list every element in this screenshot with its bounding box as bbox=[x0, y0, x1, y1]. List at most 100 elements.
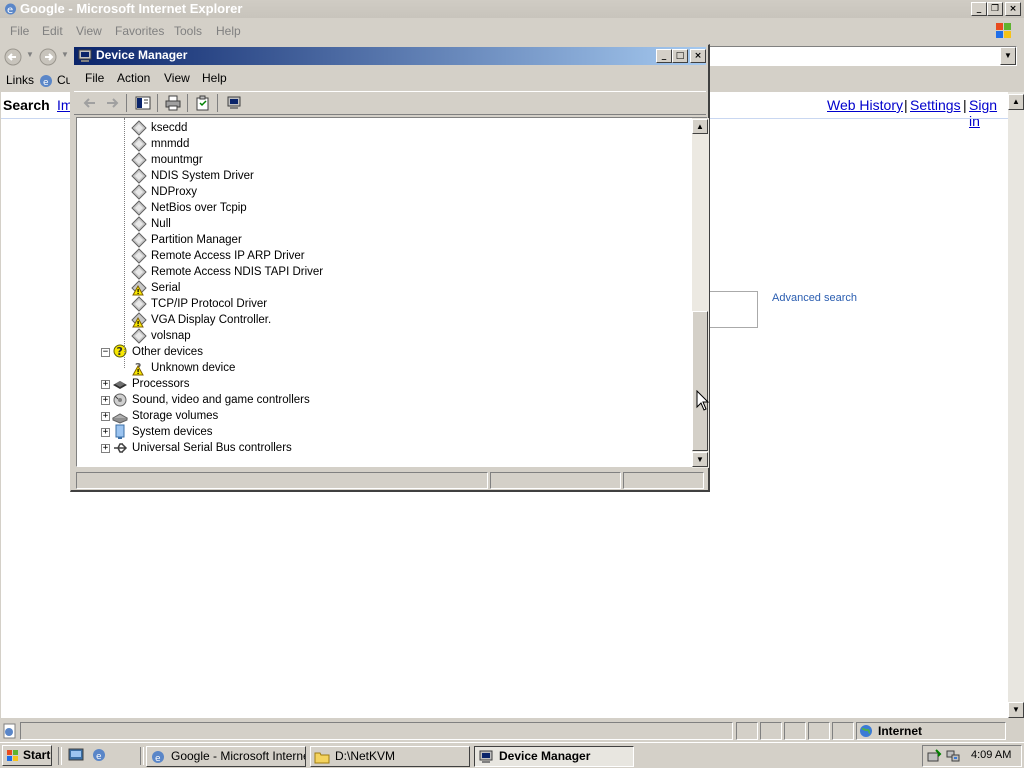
task-google-ie[interactable]: e Google - Microsoft Interne... bbox=[146, 746, 306, 767]
unknown-device-category-icon: ? bbox=[112, 344, 128, 360]
tree-item-label: Null bbox=[151, 218, 171, 230]
driver-icon bbox=[131, 120, 147, 136]
network-tray-icon[interactable] bbox=[945, 748, 961, 764]
tree-connector-line bbox=[124, 118, 125, 368]
dm-minimize-button[interactable]: _ bbox=[656, 49, 672, 63]
ie-scroll-up-button[interactable]: ▲ bbox=[1008, 94, 1024, 110]
driver-warning-icon bbox=[131, 312, 147, 328]
forward-dropdown-icon[interactable]: ▼ bbox=[61, 50, 69, 59]
ie-quicklaunch-icon[interactable]: e bbox=[91, 747, 107, 763]
links-label[interactable]: Links bbox=[6, 73, 34, 87]
dm-scroll-down-button[interactable]: ▼ bbox=[692, 452, 708, 467]
tree-item-label: Serial bbox=[151, 282, 181, 294]
dm-status-panel-3 bbox=[623, 472, 704, 489]
driver-icon bbox=[131, 168, 147, 184]
svg-text:e: e bbox=[43, 78, 49, 88]
ie-minimize-button[interactable]: _ bbox=[971, 2, 987, 16]
ie-menu-file[interactable]: File bbox=[10, 24, 29, 38]
dm-status-panel-1 bbox=[76, 472, 488, 489]
back-icon[interactable] bbox=[82, 95, 98, 111]
task-netkvm-folder[interactable]: D:\NetKVM bbox=[310, 746, 470, 767]
sound-icon bbox=[112, 392, 128, 408]
safely-remove-hardware-icon[interactable] bbox=[926, 748, 942, 764]
dm-vertical-scrollbar[interactable]: ▲ ▼ bbox=[692, 118, 709, 468]
properties-icon[interactable] bbox=[195, 95, 211, 111]
dm-menu-file[interactable]: File bbox=[85, 71, 104, 85]
dm-scroll-thumb[interactable] bbox=[692, 311, 708, 451]
status-panel-1 bbox=[736, 722, 758, 740]
ie-menu-favorites[interactable]: Favorites bbox=[115, 24, 164, 38]
forward-arrow-icon[interactable] bbox=[38, 47, 58, 67]
top-link-separator-2: | bbox=[963, 97, 967, 113]
dm-menu-help[interactable]: Help bbox=[202, 71, 227, 85]
show-hide-tree-icon[interactable] bbox=[135, 95, 151, 111]
driver-icon bbox=[131, 248, 147, 264]
ie-restore-button[interactable]: ❐ bbox=[987, 2, 1003, 16]
tree-item-label: Storage volumes bbox=[132, 410, 219, 422]
driver-icon bbox=[131, 264, 147, 280]
tree-item-label: Other devices bbox=[132, 346, 203, 358]
dm-menu-action[interactable]: Action bbox=[117, 71, 150, 85]
clock: 4:09 AM bbox=[971, 749, 1012, 761]
device-manager-window: Device Manager _ □ × File Action View He… bbox=[70, 44, 710, 492]
dm-close-button[interactable]: × bbox=[690, 49, 706, 63]
dm-menu-view[interactable]: View bbox=[164, 71, 190, 85]
tree-item-label: VGA Display Controller. bbox=[151, 314, 272, 326]
driver-icon bbox=[131, 184, 147, 200]
dm-status-bar bbox=[74, 470, 706, 490]
ie-menu-view[interactable]: View bbox=[76, 24, 102, 38]
device-tree-list: ksecdd mnmdd mountmgr NDIS System Driver NDP… bbox=[77, 118, 689, 468]
start-label: Start bbox=[23, 748, 51, 762]
address-input[interactable]: ▼ bbox=[708, 46, 1017, 66]
web-history-link[interactable]: Web History bbox=[827, 97, 903, 113]
tree-item-label: Universal Serial Bus controllers bbox=[132, 442, 292, 454]
dm-toolbar bbox=[74, 91, 706, 115]
expand-icon[interactable]: + bbox=[101, 428, 110, 437]
back-dropdown-icon[interactable]: ▼ bbox=[26, 50, 34, 59]
status-zone-panel: Internet bbox=[856, 722, 1006, 740]
ie-vertical-scrollbar[interactable]: ▲ ▼ bbox=[1008, 92, 1024, 718]
expand-icon[interactable]: + bbox=[101, 380, 110, 389]
expand-icon[interactable]: + bbox=[101, 396, 110, 405]
ie-title-bar[interactable]: e Google - Microsoft Internet Explorer _… bbox=[0, 0, 1024, 18]
ie-logo-icon: e bbox=[5, 3, 16, 16]
unknown-device-warning-icon: ? bbox=[131, 360, 147, 376]
settings-link[interactable]: Settings bbox=[910, 97, 961, 113]
task-device-manager[interactable]: Device Manager bbox=[474, 746, 634, 767]
ie-menu-edit[interactable]: Edit bbox=[42, 24, 63, 38]
scan-hardware-icon[interactable] bbox=[226, 95, 242, 111]
sign-in-link[interactable]: Sign in bbox=[969, 97, 997, 129]
dm-title-bar[interactable]: Device Manager _ □ × bbox=[74, 47, 706, 65]
tree-item-label: volsnap bbox=[151, 330, 191, 342]
dm-maximize-button[interactable]: □ bbox=[672, 49, 688, 63]
tree-item-label: Sound, video and game controllers bbox=[132, 394, 310, 406]
tree-item-label: Remote Access NDIS TAPI Driver bbox=[151, 266, 324, 278]
windows-logo-icon bbox=[7, 750, 18, 761]
driver-icon bbox=[131, 200, 147, 216]
ie-close-button[interactable]: × bbox=[1005, 2, 1021, 16]
back-arrow-icon[interactable] bbox=[3, 47, 23, 67]
print-icon[interactable] bbox=[165, 95, 181, 111]
tree-item-label: Processors bbox=[132, 378, 190, 390]
device-tree[interactable]: ksecdd mnmdd mountmgr NDIS System Driver NDP… bbox=[76, 117, 709, 468]
tree-item-label: NDProxy bbox=[151, 186, 198, 198]
ie-scroll-down-button[interactable]: ▼ bbox=[1008, 702, 1024, 718]
driver-icon bbox=[131, 328, 147, 344]
show-desktop-icon[interactable] bbox=[68, 747, 84, 763]
ie-menu-tools[interactable]: Tools bbox=[174, 24, 202, 38]
forward-icon[interactable] bbox=[104, 95, 120, 111]
ie-menu-help[interactable]: Help bbox=[216, 24, 241, 38]
address-dropdown-button[interactable]: ▼ bbox=[1000, 47, 1016, 65]
dm-menu-bar: File Action View Help bbox=[74, 67, 706, 89]
expand-icon[interactable]: + bbox=[101, 444, 110, 453]
advanced-search-link[interactable]: Advanced search bbox=[772, 292, 857, 304]
start-button[interactable]: Start bbox=[2, 745, 52, 766]
task-netkvm-label: D:\NetKVM bbox=[335, 749, 396, 763]
expand-icon[interactable]: + bbox=[101, 412, 110, 421]
page-status-icon bbox=[3, 723, 16, 739]
tree-item-label: mountmgr bbox=[151, 154, 203, 166]
dm-scroll-up-button[interactable]: ▲ bbox=[692, 119, 708, 134]
internet-zone-label: Internet bbox=[878, 724, 923, 738]
collapse-icon[interactable]: − bbox=[101, 348, 110, 357]
ie-menu-bar: File Edit View Favorites Tools Help bbox=[0, 20, 1024, 42]
